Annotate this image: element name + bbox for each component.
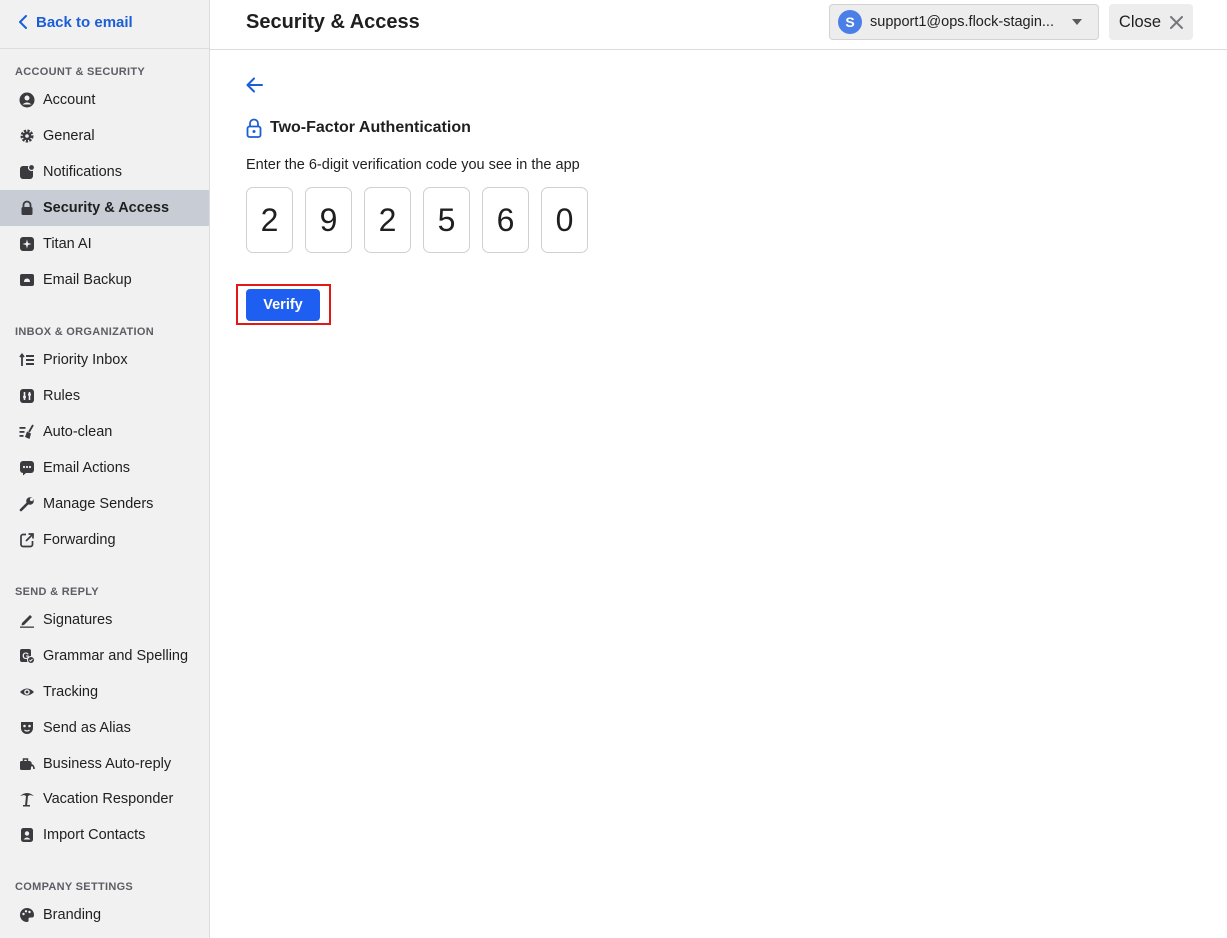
sidebar-item-manage-senders[interactable]: Manage Senders (0, 486, 209, 522)
close-label: Close (1118, 12, 1162, 31)
back-arrow-icon[interactable] (245, 76, 265, 94)
tfa-heading: Two-Factor Authentication (246, 118, 471, 138)
sidebar-item-titan-ai[interactable]: Titan AI (0, 226, 209, 262)
briefcase-reply-icon (18, 755, 36, 773)
avatar: S (838, 10, 862, 34)
sidebar-item-grammar-spelling[interactable]: G Grammar and Spelling (0, 638, 209, 674)
broom-icon (18, 423, 36, 441)
sidebar-item-label: Grammar and Spelling (43, 648, 189, 664)
sparkle-icon (18, 235, 36, 253)
sidebar-item-label: Email Backup (43, 272, 132, 288)
lock-icon (18, 199, 36, 217)
sidebar-item-label: Forwarding (43, 532, 116, 548)
sidebar-item-label: Send as Alias (43, 720, 131, 736)
tfa-title: Two-Factor Authentication (270, 119, 471, 136)
sidebar-item-label: Vacation Responder (43, 791, 174, 807)
page-title: Security & Access (246, 11, 420, 33)
sidebar-item-label: General (43, 128, 95, 144)
section-title-send-reply: SEND & REPLY (15, 586, 99, 598)
sidebar-item-general[interactable]: General (0, 118, 209, 154)
sidebar-item-forwarding[interactable]: Forwarding (0, 522, 209, 558)
code-digit-input[interactable]: 6 (482, 187, 529, 253)
instructions-text: Enter the 6-digit verification code you … (246, 157, 580, 173)
sidebar-item-label: Email Actions (43, 460, 131, 476)
sidebar-item-label: Auto-clean (43, 424, 113, 440)
lock-icon (246, 118, 262, 138)
account-selector[interactable]: S support1@ops.flock-stagin... (829, 4, 1099, 40)
sidebar-item-label: Security & Access (43, 200, 170, 216)
sidebar-item-label: Rules (43, 388, 81, 404)
close-icon (1170, 15, 1184, 29)
sidebar-item-vacation-responder[interactable]: Vacation Responder (0, 781, 209, 817)
back-to-email-label: Back to email (36, 13, 133, 31)
account-email: support1@ops.flock-stagin... (870, 14, 1054, 30)
sidebar-item-notifications[interactable]: Notifications (0, 154, 209, 190)
contacts-icon (18, 826, 36, 844)
chevron-left-icon (19, 15, 27, 29)
verify-button[interactable]: Verify (246, 289, 320, 321)
back-to-email-link[interactable]: Back to email (0, 0, 209, 44)
mask-icon (18, 719, 36, 737)
sidebar-item-import-contacts[interactable]: Import Contacts (0, 817, 209, 853)
code-digit-input[interactable]: 5 (423, 187, 470, 253)
sidebar-item-label: Branding (43, 907, 102, 923)
sidebar-item-signatures[interactable]: Signatures (0, 602, 209, 638)
close-button[interactable]: Close (1109, 4, 1193, 40)
actions-icon (18, 459, 36, 477)
palette-icon (18, 906, 36, 924)
sidebar: Back to email ACCOUNT & SECURITY Account… (0, 0, 210, 938)
eye-icon (18, 683, 36, 701)
code-digit-input[interactable]: 9 (305, 187, 352, 253)
divider (0, 48, 209, 49)
sidebar-item-business-auto-reply[interactable]: Business Auto-reply (0, 746, 209, 782)
code-digit-input[interactable]: 2 (246, 187, 293, 253)
account-icon (18, 91, 36, 109)
sidebar-item-label: Account (43, 92, 96, 108)
sidebar-item-account[interactable]: Account (0, 82, 209, 118)
sidebar-item-auto-clean[interactable]: Auto-clean (0, 414, 209, 450)
sidebar-item-label: Business Auto-reply (43, 756, 172, 772)
sidebar-item-email-backup[interactable]: Email Backup (0, 262, 209, 298)
forward-icon (18, 531, 36, 549)
sidebar-item-branding[interactable]: Branding (0, 897, 209, 933)
grammar-icon: G (18, 647, 36, 665)
caret-down-icon (1072, 19, 1082, 25)
priority-icon (18, 351, 36, 369)
sidebar-item-email-actions[interactable]: Email Actions (0, 450, 209, 486)
sidebar-item-label: Titan AI (43, 236, 92, 252)
palm-tree-icon (18, 790, 36, 808)
notifications-icon (18, 163, 36, 181)
sidebar-item-label: Tracking (43, 684, 99, 700)
sidebar-item-label: Import Contacts (43, 827, 146, 843)
sidebar-item-rules[interactable]: Rules (0, 378, 209, 414)
wrench-icon (18, 495, 36, 513)
sidebar-item-send-as-alias[interactable]: Send as Alias (0, 710, 209, 746)
code-digit-input[interactable]: 2 (364, 187, 411, 253)
sidebar-item-priority-inbox[interactable]: Priority Inbox (0, 342, 209, 378)
backup-icon (18, 271, 36, 289)
gear-icon (18, 127, 36, 145)
pen-icon (18, 611, 36, 629)
sidebar-item-tracking[interactable]: Tracking (0, 674, 209, 710)
sidebar-item-label: Signatures (43, 612, 113, 628)
sidebar-item-label: Manage Senders (43, 496, 154, 512)
code-digit-input[interactable]: 0 (541, 187, 588, 253)
sidebar-item-label: Notifications (43, 164, 122, 180)
section-title-inbox-organization: INBOX & ORGANIZATION (15, 326, 155, 338)
rules-icon (18, 387, 36, 405)
header: Security & Access S support1@ops.flock-s… (210, 0, 1227, 50)
sidebar-item-label: Priority Inbox (43, 352, 128, 368)
sidebar-item-security-access[interactable]: Security & Access (0, 190, 209, 226)
section-title-company-settings: COMPANY SETTINGS (15, 881, 134, 893)
section-title-account-security: ACCOUNT & SECURITY (15, 66, 146, 78)
